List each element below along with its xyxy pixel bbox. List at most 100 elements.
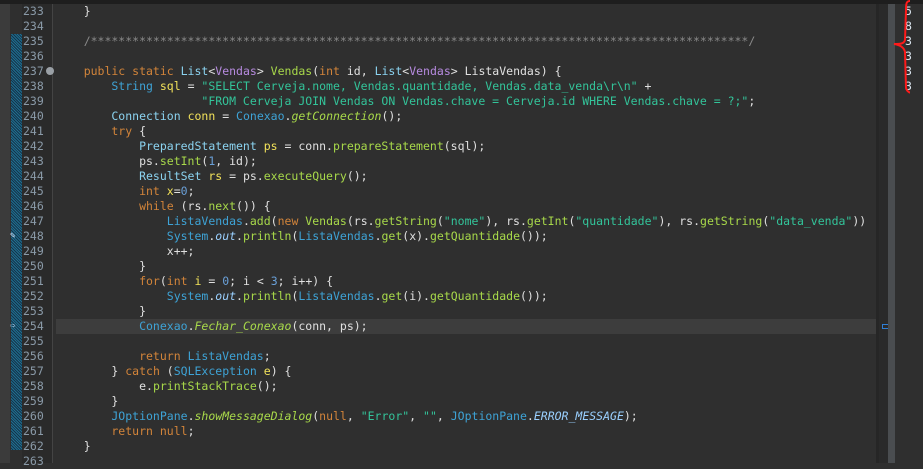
- code-line[interactable]: int x=0;: [56, 184, 876, 199]
- code-line[interactable]: x++;: [56, 244, 876, 259]
- line-number: 260: [22, 409, 52, 424]
- code-line[interactable]: "FROM Cerveja JOIN Vendas ON Vendas.chav…: [56, 94, 876, 109]
- code-line[interactable]: ResultSet rs = ps.executeQuery();: [56, 169, 876, 184]
- code-token: =: [173, 184, 181, 198]
- code-token: String: [56, 79, 160, 93]
- code-token: (conn, ps);: [291, 319, 368, 333]
- code-token: new: [277, 214, 306, 228]
- code-token: "SELECT Cerveja.nome, Vendas.quantidade,…: [201, 79, 638, 93]
- line-number: 250: [22, 259, 52, 274]
- code-token: }: [56, 364, 126, 378]
- code-token: showMessageDialog: [194, 409, 313, 423]
- code-line[interactable]: }: [56, 304, 876, 319]
- code-token: ListaVendas: [298, 229, 375, 243]
- code-line[interactable]: ps.setInt(1, id);: [56, 154, 876, 169]
- fold-collapse-icon[interactable]: [46, 67, 54, 75]
- code-token: (x).: [402, 229, 430, 243]
- code-line[interactable]: return null;: [56, 424, 876, 439]
- code-line[interactable]: ListaVendas.add(new Vendas(rs.getString(…: [56, 214, 876, 229]
- line-number: 233: [22, 4, 52, 19]
- line-number-text: 234: [23, 19, 44, 33]
- code-token: getQuantidade: [429, 289, 520, 303]
- code-line[interactable]: for(int i = 0; i < 3; i++) {: [56, 274, 876, 289]
- code-token: ();: [346, 169, 368, 183]
- code-line[interactable]: [56, 334, 876, 349]
- line-number-text: 242: [23, 139, 44, 153]
- breakpoint-icon[interactable]: ✎: [10, 232, 19, 241]
- code-line[interactable]: System.out.println(ListaVendas.get(x).ge…: [56, 229, 876, 244]
- code-token: .: [187, 409, 195, 423]
- code-token: x++;: [56, 244, 195, 258]
- code-token: }: [56, 4, 91, 18]
- code-token: =: [180, 79, 202, 93]
- line-number: 241: [22, 124, 52, 139]
- line-number-text: 257: [23, 364, 44, 378]
- line-number-text: 251: [23, 274, 44, 288]
- code-line[interactable]: }: [56, 4, 876, 19]
- code-token: ());: [520, 289, 548, 303]
- code-token: get: [381, 229, 403, 243]
- code-line[interactable]: }: [56, 259, 876, 274]
- code-line[interactable]: [56, 19, 876, 34]
- code-line[interactable]: }: [56, 439, 876, 454]
- line-number: 238: [22, 79, 52, 94]
- code-token: ()) {: [236, 199, 271, 213]
- line-number: 255: [22, 334, 52, 349]
- code-token: out: [215, 289, 237, 303]
- code-token: (: [436, 214, 444, 228]
- red-bracket-annotation: [893, 0, 910, 94]
- code-line[interactable]: try {: [56, 124, 876, 139]
- code-token: );: [623, 409, 638, 423]
- code-line[interactable]: [56, 454, 876, 463]
- code-line[interactable]: Connection conn = Conexao.getConnection(…: [56, 109, 876, 124]
- code-line[interactable]: e.printStackTrace();: [56, 379, 876, 394]
- code-token: Conexao: [56, 319, 188, 333]
- code-token: ListaVendas: [187, 349, 264, 363]
- code-token: return: [56, 349, 188, 363]
- line-number-text: 235: [23, 34, 44, 48]
- line-number-text: 247: [23, 214, 44, 228]
- code-token: "data_venda": [769, 214, 853, 228]
- line-number-gutter[interactable]: 233 234 235 236 237 238 239 240 241 242 243 244 245 2…: [10, 4, 54, 468]
- line-number-text: 252: [23, 289, 44, 303]
- code-line[interactable]: PreparedStatement ps = conn.prepareState…: [56, 139, 876, 154]
- line-number-text: 249: [23, 244, 44, 258]
- code-token: int: [319, 64, 347, 78]
- code-line[interactable]: System.out.println(ListaVendas.get(i).ge…: [56, 289, 876, 304]
- line-number: 236: [22, 49, 52, 64]
- code-line[interactable]: /***************************************…: [56, 34, 876, 49]
- code-token: ,: [409, 409, 424, 423]
- line-number-text: 262: [23, 439, 44, 453]
- code-token: ) {: [270, 364, 292, 378]
- editor-left-strip: [0, 4, 10, 463]
- code-token: Vendas: [409, 64, 451, 78]
- code-token: ListaVendas: [298, 289, 375, 303]
- line-number-text: 236: [23, 49, 44, 63]
- current-line-arrow-icon: ⇨: [10, 321, 16, 331]
- code-token: ());: [520, 229, 548, 243]
- code-token: ps: [263, 139, 278, 153]
- code-line[interactable]: String sql = "SELECT Cerveja.nome, Venda…: [56, 79, 876, 94]
- line-number-text: 238: [23, 79, 44, 93]
- line-number-text: 237: [23, 64, 44, 78]
- code-token: (: [166, 364, 174, 378]
- code-editor[interactable]: } /*************************************…: [56, 4, 876, 463]
- code-token: sql: [159, 79, 181, 93]
- code-line[interactable]: public static List<Vendas> Vendas(int id…: [56, 64, 876, 79]
- code-line[interactable]: JOptionPane.showMessageDialog(null, "Err…: [56, 409, 876, 424]
- code-token: {: [132, 124, 147, 138]
- code-token: "quantidade": [575, 214, 659, 228]
- code-line[interactable]: }: [56, 394, 876, 409]
- line-number: 253: [22, 304, 52, 319]
- code-token: setInt: [159, 154, 202, 168]
- line-number-text: 253: [23, 304, 44, 318]
- code-token: ; i++) {: [277, 274, 334, 288]
- code-line[interactable]: Conexao.Fechar_Conexao(conn, ps);: [56, 319, 876, 334]
- code-token: executeQuery: [263, 169, 347, 183]
- code-line[interactable]: } catch (SQLException e) {: [56, 364, 876, 379]
- code-token: for: [56, 274, 160, 288]
- line-number: 237: [22, 64, 54, 79]
- code-line[interactable]: while (rs.next()) {: [56, 199, 876, 214]
- code-line[interactable]: return ListaVendas;: [56, 349, 876, 364]
- code-line[interactable]: [56, 49, 876, 64]
